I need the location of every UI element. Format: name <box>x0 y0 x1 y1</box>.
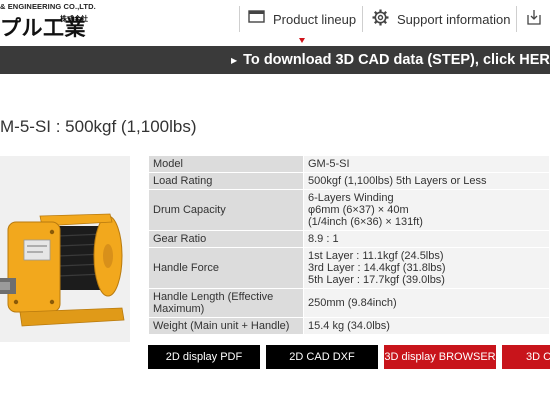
nav-divider <box>516 6 517 32</box>
logo-suffix: 株式会社 <box>60 16 88 24</box>
cad-download-banner[interactable]: ▶ To download 3D CAD data (STEP), click … <box>0 46 550 74</box>
logo-tagline: & ENGINEERING CO.,LTD. <box>0 2 96 11</box>
nav-divider <box>362 6 363 32</box>
2d-cad-dxf-button[interactable]: 2D CAD DXF <box>266 345 378 369</box>
spec-value: 8.9 : 1 <box>303 230 550 248</box>
table-row: Load Rating 500kgf (1,100lbs) 5th Layers… <box>148 172 550 190</box>
spec-key: Drum Capacity <box>148 189 304 231</box>
spec-key: Load Rating <box>148 172 304 190</box>
nav-download[interactable] <box>526 8 550 30</box>
spec-value-line: 8.9 : 1 <box>308 233 339 245</box>
banner-text: To download 3D CAD data (STEP), click HE… <box>243 52 550 68</box>
2d-pdf-button[interactable]: 2D display PDF <box>148 345 260 369</box>
arrow-right-icon: ▶ <box>231 55 238 65</box>
nav-support-information[interactable]: Support information <box>372 8 510 30</box>
site-header: & ENGINEERING CO.,LTD. プル工業 株式会社 Product… <box>0 0 550 44</box>
spec-value-line: 500kgf (1,100lbs) 5th Layers or Less <box>308 175 487 187</box>
logo-suffix-text: 株式会社 <box>60 16 88 23</box>
spec-value-line: 6-Layers Winding <box>308 192 394 204</box>
3d-cad-button[interactable]: 3D CAD <box>502 345 550 369</box>
nav-divider <box>239 6 240 32</box>
monitor-icon <box>248 10 265 28</box>
spec-value: GM-5-SI <box>303 155 550 173</box>
spec-value-line: 15.4 kg (34.0lbs) <box>308 320 390 332</box>
spec-value-line: φ6mm (6×37) × 40m <box>308 204 409 216</box>
nav-label: Product lineup <box>273 11 357 27</box>
spec-table: Model GM-5-SI Load Rating 500kgf (1,100l… <box>148 155 550 335</box>
table-row: Drum Capacity 6-Layers Winding φ6mm (6×3… <box>148 189 550 231</box>
product-title: M-5-SI : 500kgf (1,100lbs) <box>0 117 197 136</box>
download-icon <box>526 9 542 29</box>
spec-value: 15.4 kg (34.0lbs) <box>303 317 550 335</box>
table-row: Weight (Main unit + Handle) 15.4 kg (34.… <box>148 317 550 335</box>
table-row: Model GM-5-SI <box>148 155 550 173</box>
nav-product-lineup[interactable]: Product lineup <box>248 8 356 30</box>
spec-value: 500kgf (1,100lbs) 5th Layers or Less <box>303 172 550 190</box>
spec-key: Gear Ratio <box>148 230 304 248</box>
spec-value-line: 250mm (9.84inch) <box>308 297 397 309</box>
active-nav-indicator <box>299 38 305 43</box>
spec-value: 6-Layers Winding φ6mm (6×37) × 40m (1/4i… <box>303 189 550 231</box>
spec-key: Model <box>148 155 304 173</box>
spec-key: Weight (Main unit + Handle) <box>148 317 304 335</box>
winch-illustration <box>0 213 125 327</box>
table-row: Handle Length (Effective Maximum) 250mm … <box>148 288 550 318</box>
spec-value: 1st Layer : 11.1kgf (24.5lbs) 3rd Layer … <box>303 247 550 289</box>
gear-icon <box>372 9 389 29</box>
spec-value-line: 3rd Layer : 14.4kgf (31.8lbs) <box>308 262 446 274</box>
spec-key: Handle Length (Effective Maximum) <box>148 288 304 318</box>
spec-value: 250mm (9.84inch) <box>303 288 550 318</box>
table-row: Gear Ratio 8.9 : 1 <box>148 230 550 248</box>
spec-value-line: GM-5-SI <box>308 158 350 170</box>
spec-value-line: 5th Layer : 17.7kgf (39.0lbs) <box>308 274 445 286</box>
nav-label: Support information <box>397 11 511 27</box>
table-row: Handle Force 1st Layer : 11.1kgf (24.5lb… <box>148 247 550 289</box>
spec-key: Handle Force <box>148 247 304 289</box>
spec-value-line: (1/4inch (6×36) × 131ft) <box>308 216 423 228</box>
product-image <box>0 156 130 342</box>
spec-value-line: 1st Layer : 11.1kgf (24.5lbs) <box>308 250 444 262</box>
3d-browser-button[interactable]: 3D display BROWSER <box>384 345 496 369</box>
